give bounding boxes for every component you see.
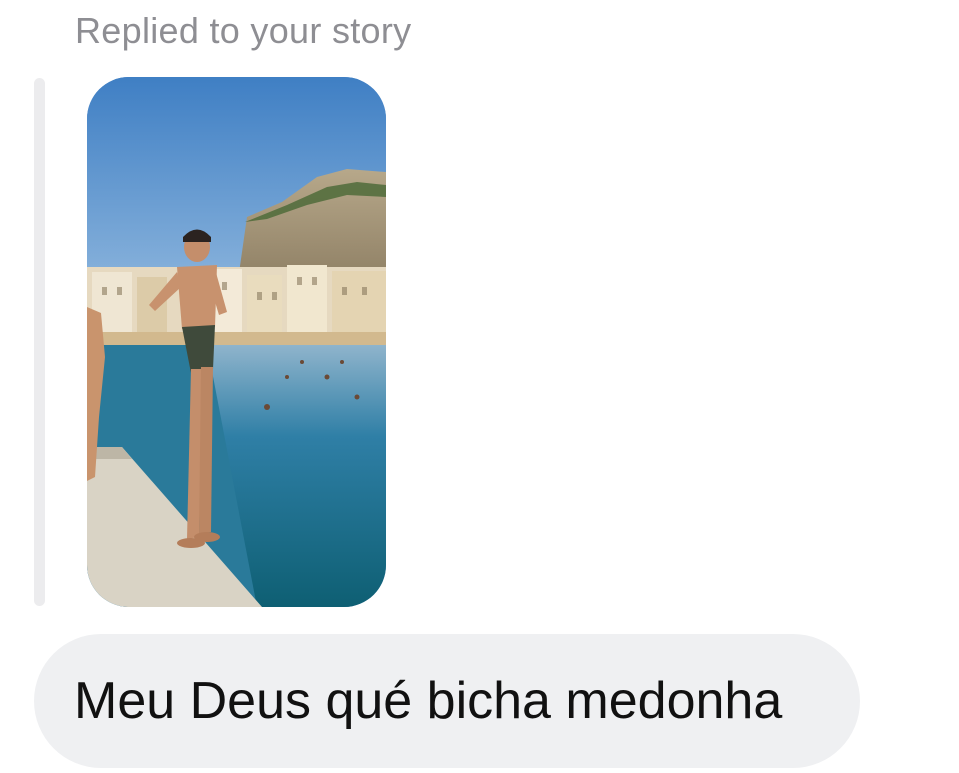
story-thumbnail[interactable] — [87, 77, 386, 607]
story-photo — [87, 77, 386, 607]
reply-indicator-bar — [34, 78, 45, 606]
message-bubble[interactable]: Meu Deus qué bicha medonha — [34, 634, 860, 768]
message-text: Meu Deus qué bicha medonha — [74, 672, 783, 730]
chat-screen: Replied to your story Meu Deus qué bicha… — [0, 0, 959, 773]
reply-header: Replied to your story — [75, 10, 412, 51]
